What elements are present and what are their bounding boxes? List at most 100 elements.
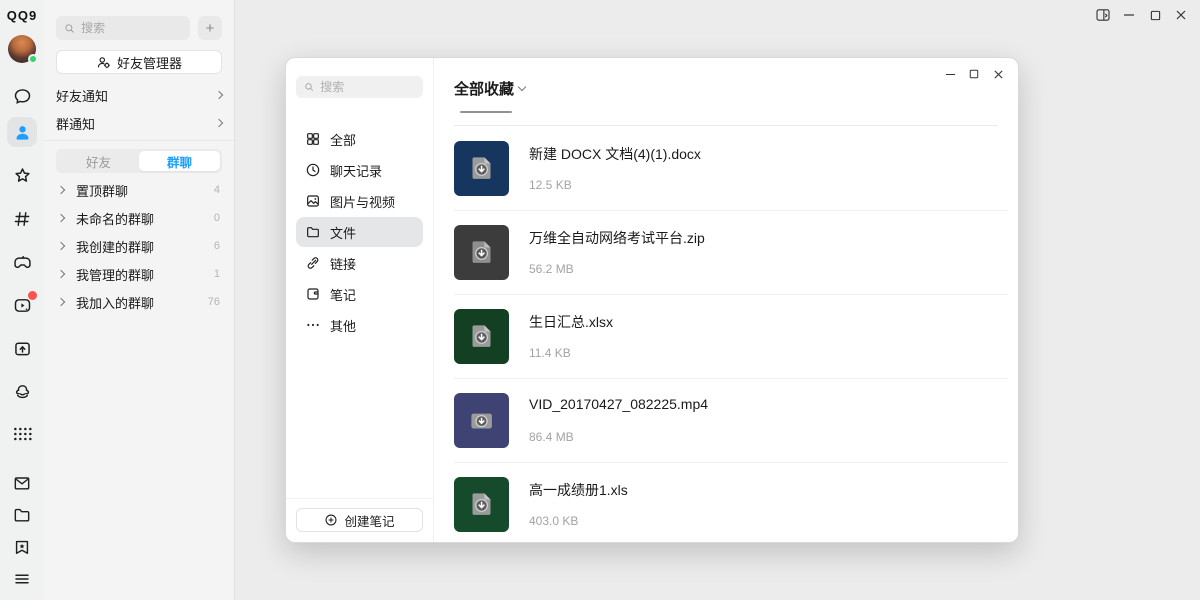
clock-icon <box>305 162 321 178</box>
group-count: 1 <box>214 268 220 280</box>
nav-links[interactable]: 链接 <box>296 248 423 278</box>
group-list: 置顶群聊 4 未命名的群聊 0 我创建的群聊 6 我管理的群聊 1 我加入的群聊… <box>44 176 234 316</box>
nav-notes[interactable]: 笔记 <box>296 279 423 309</box>
file-tile-video-icon <box>454 393 509 448</box>
nav-label: 图片与视频 <box>330 192 395 211</box>
collection-filter-label: 全部收藏 <box>454 78 514 99</box>
group-row-pinned[interactable]: 置顶群聊 4 <box>44 176 234 204</box>
folder-icon[interactable] <box>7 500 37 530</box>
nav-chat-history[interactable]: 聊天记录 <box>296 155 423 185</box>
game-controller-icon[interactable] <box>7 247 37 277</box>
contacts-tabs: 好友 群聊 <box>56 149 222 173</box>
nav-files[interactable]: 文件 <box>296 217 423 247</box>
group-row-created[interactable]: 我创建的群聊 6 <box>44 232 234 260</box>
file-row-docx[interactable]: 新建 DOCX 文档(4)(1).docx 12.5 KB <box>434 126 1018 210</box>
dialog-maximize-button[interactable] <box>962 64 986 84</box>
folder-icon <box>305 224 321 240</box>
left-rail: QQ9 <box>0 0 44 600</box>
world-icon[interactable] <box>7 333 37 363</box>
file-row-xls[interactable]: 高一成绩册1.xls 403.0 KB <box>434 462 1018 542</box>
nav-label: 聊天记录 <box>330 161 382 180</box>
chevron-right-icon <box>57 242 65 250</box>
divider <box>44 140 234 141</box>
file-row-xlsx[interactable]: 生日汇总.xlsx 11.4 KB <box>434 294 1018 378</box>
menu-icon[interactable] <box>7 564 37 594</box>
user-avatar[interactable] <box>8 35 36 63</box>
qzone-star-icon[interactable] <box>7 161 37 191</box>
dialog-header: 全部收藏 <box>434 58 1018 126</box>
friend-manager-button[interactable]: 好友管理器 <box>56 50 222 74</box>
mail-icon[interactable] <box>7 468 37 498</box>
maximize-button[interactable] <box>1142 4 1168 26</box>
online-status-dot <box>28 54 38 64</box>
plus-circle-icon <box>324 513 338 527</box>
group-row-unnamed[interactable]: 未命名的群聊 0 <box>44 204 234 232</box>
group-row-joined[interactable]: 我加入的群聊 76 <box>44 288 234 316</box>
group-notice-label: 群通知 <box>56 114 95 133</box>
nav-images-videos[interactable]: 图片与视频 <box>296 186 423 216</box>
dialog-search-box[interactable] <box>296 76 423 98</box>
dialog-sidebar: 全部 聊天记录 图片与视频 文件 链接 笔记 其他 创 <box>286 58 434 542</box>
file-tile-document-icon <box>454 141 509 196</box>
penguin-icon[interactable] <box>7 376 37 406</box>
collection-filter-dropdown[interactable]: 全部收藏 <box>454 78 525 99</box>
ellipsis-icon <box>305 317 321 333</box>
search-icon <box>64 22 75 35</box>
search-icon <box>304 81 314 93</box>
friend-manager-icon <box>96 55 111 70</box>
contacts-icon[interactable] <box>7 117 37 147</box>
video-icon[interactable] <box>7 290 37 320</box>
tab-friends[interactable]: 好友 <box>58 151 139 171</box>
nav-label: 其他 <box>330 316 356 335</box>
grid-icon <box>305 131 321 147</box>
friend-notice-row[interactable]: 好友通知 <box>56 82 222 108</box>
nav-label: 全部 <box>330 130 356 149</box>
chevron-right-icon <box>215 119 223 127</box>
dialog-search-input[interactable] <box>320 80 415 94</box>
dialog-sidebar-footer: 创建笔记 <box>286 498 433 542</box>
favorites-bookmark-icon[interactable] <box>7 532 37 562</box>
file-list: 新建 DOCX 文档(4)(1).docx 12.5 KB 万维全自动网络考试平… <box>434 126 1018 542</box>
collections-dialog: 全部 聊天记录 图片与视频 文件 链接 笔记 其他 创 <box>285 57 1019 543</box>
friend-notice-label: 好友通知 <box>56 86 108 105</box>
mini-mode-icon[interactable] <box>1090 4 1116 26</box>
group-row-managed[interactable]: 我管理的群聊 1 <box>44 260 234 288</box>
chevron-right-icon <box>215 91 223 99</box>
qq-logo: QQ9 <box>7 8 37 23</box>
active-tab-indicator <box>460 111 512 113</box>
note-icon <box>305 286 321 302</box>
chat-icon[interactable] <box>7 81 37 111</box>
dialog-content: 全部收藏 新建 DOCX 文档(4)(1).docx 12.5 KB <box>434 58 1018 542</box>
more-grid-icon[interactable] <box>7 419 37 449</box>
friend-manager-label: 好友管理器 <box>117 53 182 72</box>
create-note-button[interactable]: 创建笔记 <box>296 508 423 532</box>
create-note-label: 创建笔记 <box>344 511 394 530</box>
nav-other[interactable]: 其他 <box>296 310 423 340</box>
file-row-mp4[interactable]: VID_20170427_082225.mp4 86.4 MB <box>434 378 1018 462</box>
group-count: 0 <box>214 212 220 224</box>
channels-hash-icon[interactable] <box>7 204 37 234</box>
group-notice-row[interactable]: 群通知 <box>56 110 222 136</box>
search-box[interactable] <box>56 16 190 40</box>
chevron-right-icon <box>57 270 65 278</box>
dialog-window-controls <box>938 64 1010 84</box>
notification-badge <box>28 291 37 300</box>
main-window-controls <box>1090 4 1194 26</box>
close-button[interactable] <box>1168 4 1194 26</box>
nav-all[interactable]: 全部 <box>296 124 423 154</box>
nav-label: 链接 <box>330 254 356 273</box>
minimize-button[interactable] <box>1116 4 1142 26</box>
file-row-zip[interactable]: 万维全自动网络考试平台.zip 56.2 MB <box>434 210 1018 294</box>
file-tile-document-icon <box>454 477 509 532</box>
add-button[interactable]: + <box>198 16 222 40</box>
group-count: 6 <box>214 240 220 252</box>
chevron-down-icon <box>518 83 526 91</box>
dialog-close-button[interactable] <box>986 64 1010 84</box>
dialog-minimize-button[interactable] <box>938 64 962 84</box>
chevron-right-icon <box>57 214 65 222</box>
nav-label: 文件 <box>330 223 356 242</box>
nav-label: 笔记 <box>330 285 356 304</box>
tab-groups[interactable]: 群聊 <box>139 151 220 171</box>
chevron-right-icon <box>57 186 65 194</box>
search-input[interactable] <box>81 21 182 35</box>
